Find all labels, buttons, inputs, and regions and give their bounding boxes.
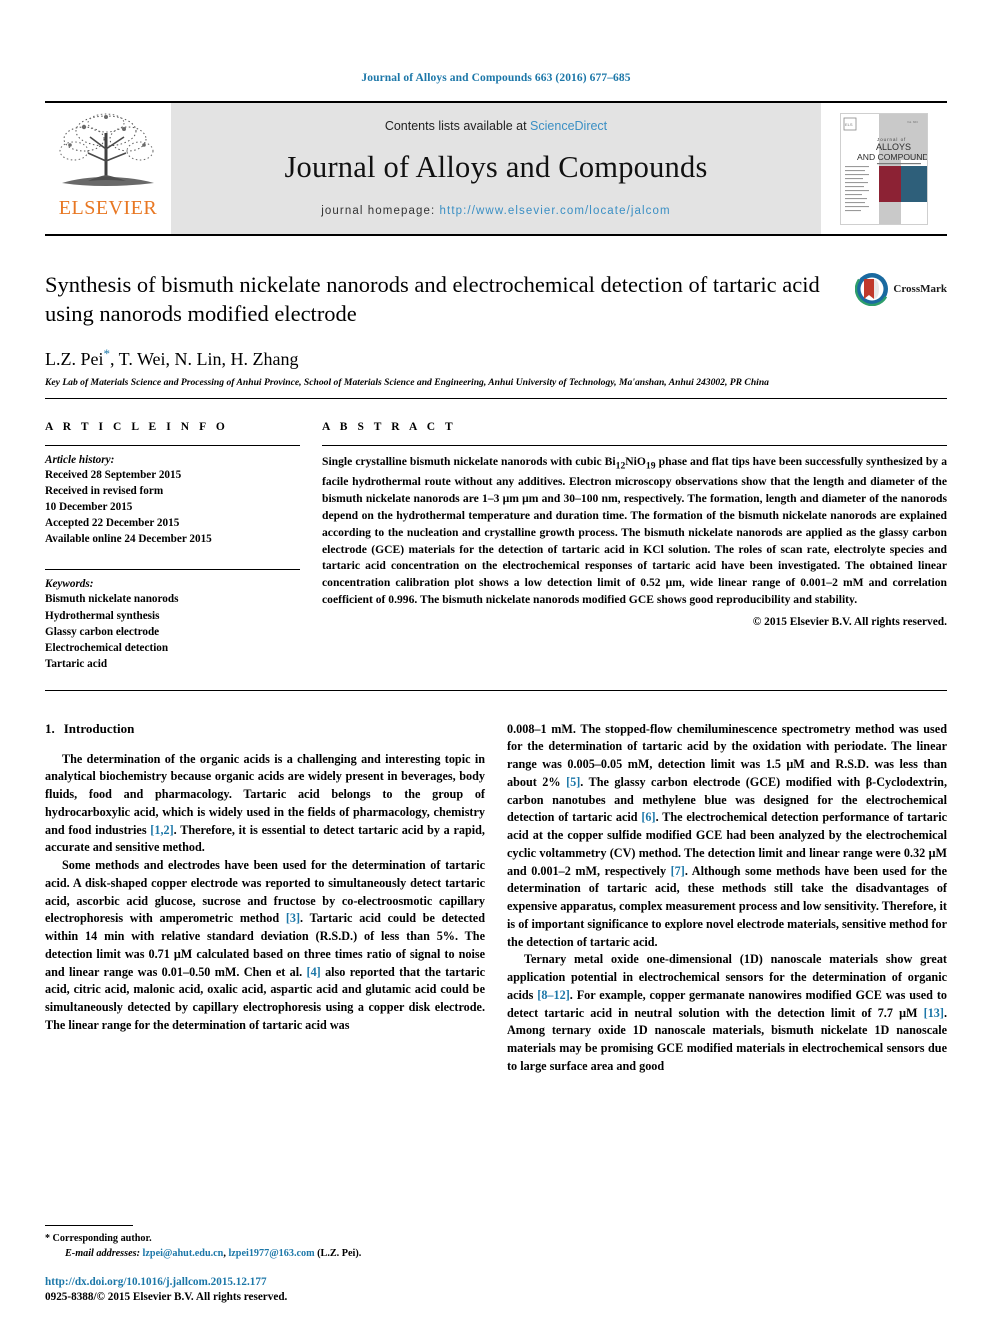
paragraph: The determination of the organic acids i… [45, 751, 485, 858]
info-abstract-section: A R T I C L E I N F O Article history: R… [45, 421, 947, 691]
keyword-item: Electrochemical detection [45, 641, 169, 654]
contents-available-line: Contents lists available at ScienceDirec… [385, 119, 607, 133]
section-number: 1. [45, 720, 55, 736]
asterisk-marker: * [45, 1233, 50, 1245]
email-author-suffix: (L.Z. Pei). [314, 1247, 362, 1259]
abstract-text: Single crystalline bismuth nickelate nan… [322, 454, 947, 609]
footnote-divider [45, 1225, 133, 1227]
abstract-copyright: © 2015 Elsevier B.V. All rights reserved… [752, 616, 947, 629]
homepage-prefix: journal homepage: [321, 204, 440, 217]
keywords-label: Keywords: [45, 578, 94, 591]
journal-title: Journal of Alloys and Compounds [284, 149, 708, 184]
email-link-secondary[interactable]: lzpei1977@163.com [228, 1248, 314, 1259]
formula-subscript-19: 19 [645, 460, 656, 472]
cover-artwork: ELS Vol. 663 Journal of ALLOYS AND COMPO… [841, 113, 927, 224]
article-info-column: A R T I C L E I N F O Article history: R… [45, 421, 300, 671]
running-head: Journal of Alloys and Compounds 663 (201… [361, 72, 631, 84]
history-item: 10 December 2015 [45, 501, 133, 514]
contents-prefix: Contents lists available at [384, 118, 531, 133]
svg-text:Vol. 663: Vol. 663 [907, 120, 918, 124]
citation-link[interactable]: [13] [924, 1006, 944, 1020]
abstract-divider [322, 445, 947, 447]
history-item: Received 28 September 2015 [45, 469, 182, 482]
svg-text:ALLOYS: ALLOYS [876, 142, 911, 152]
doi-footer: http://dx.doi.org/10.1016/j.jallcom.2015… [45, 1275, 545, 1306]
abstract-part-1: Single crystalline bismuth nickelate nan… [322, 455, 616, 469]
keywords-divider [45, 569, 300, 571]
formula-subscript-12: 12 [615, 460, 626, 472]
sciencedirect-link[interactable]: ScienceDirect [530, 119, 607, 133]
body-column-right: 0.008–1 mM. The stopped-flow chemilumine… [507, 721, 947, 1076]
body-column-left: 1. Introduction The determination of the … [45, 721, 485, 1076]
history-item: Accepted 22 December 2015 [45, 517, 180, 530]
title-block: Synthesis of bismuth nickelate nanorods … [45, 270, 947, 400]
masthead-center: Contents lists available at ScienceDirec… [171, 103, 821, 234]
keyword-item: Hydrothermal synthesis [45, 609, 160, 622]
keywords-block: Keywords: Bismuth nickelate nanorods Hyd… [45, 569, 300, 671]
homepage-url-link[interactable]: http://www.elsevier.com/locate/jalcom [440, 205, 671, 217]
section-title: Introduction [63, 720, 135, 736]
citation-link[interactable]: [6] [641, 810, 655, 824]
paragraph: 0.008–1 mM. The stopped-flow chemilumine… [507, 721, 947, 952]
article-body: 1. Introduction The determination of the … [45, 721, 947, 1076]
journal-article-page: Journal of Alloys and Compounds 663 (201… [0, 0, 992, 1323]
paragraph: Some methods and electrodes have been us… [45, 857, 485, 1035]
elsevier-wordmark: ELSEVIER [58, 197, 158, 219]
author-names: L.Z. Pei*, T. Wei, N. Lin, H. Zhang [45, 345, 299, 369]
elsevier-logo: ELSEVIER [45, 103, 171, 234]
journal-masthead: ELSEVIER Contents lists available at Sci… [45, 101, 947, 236]
page-title: Synthesis of bismuth nickelate nanorods … [45, 272, 820, 327]
email-link-primary[interactable]: lzpei@ahut.edu.cn [143, 1248, 224, 1259]
para-text: . For example, copper germanate nanowire… [507, 987, 947, 1020]
corresponding-author-text: Corresponding author. [52, 1233, 152, 1245]
email-addresses-line: E-mail addresses: lzpei@ahut.edu.cn, lzp… [45, 1247, 485, 1261]
footnote-area: * Corresponding author. E-mail addresses… [45, 1225, 485, 1261]
citation-link[interactable]: [8–12] [537, 988, 570, 1002]
corresponding-author-note: * Corresponding author. [45, 1232, 485, 1246]
abstract-column: A B S T R A C T Single crystalline bismu… [322, 421, 947, 671]
author-list: L.Z. Pei*, T. Wei, N. Lin, H. Zhang [45, 346, 947, 370]
keyword-item: Bismuth nickelate nanorods [45, 593, 179, 606]
cover-image: ELS Vol. 663 Journal of ALLOYS AND COMPO… [840, 112, 928, 225]
citation-link[interactable]: [3] [286, 911, 300, 925]
citation-link[interactable]: [7] [671, 864, 685, 878]
journal-cover-thumbnail: ELS Vol. 663 Journal of ALLOYS AND COMPO… [821, 103, 947, 234]
section-heading-introduction: 1. Introduction [45, 721, 485, 737]
keyword-item: Glassy carbon electrode [45, 625, 160, 638]
info-divider [45, 445, 300, 447]
abstract-part-3: phase and flat tips have been successful… [322, 455, 947, 607]
corresponding-author-marker: * [103, 345, 111, 361]
paragraph: Ternary metal oxide one-dimensional (1D)… [507, 951, 947, 1075]
citation-link[interactable]: [5] [566, 775, 580, 789]
crossmark-label: CrossMark [893, 283, 947, 295]
article-info-heading: A R T I C L E I N F O [45, 421, 229, 434]
crossmark-icon [855, 272, 890, 306]
doi-link[interactable]: http://dx.doi.org/10.1016/j.jallcom.2015… [45, 1275, 545, 1291]
journal-homepage-line: journal homepage: http://www.elsevier.co… [321, 205, 670, 217]
issn-copyright-line: 0925-8388/© 2015 Elsevier B.V. All right… [45, 1291, 288, 1304]
svg-text:AND COMPOUNDS: AND COMPOUNDS [857, 152, 927, 162]
crossmark-badge[interactable]: CrossMark [855, 272, 947, 306]
article-history-label: Article history: [45, 454, 115, 467]
elsevier-tree-icon [59, 113, 154, 186]
abstract-part-2: NiO [625, 455, 646, 469]
abstract-heading: A B S T R A C T [322, 421, 457, 434]
keyword-item: Tartaric acid [45, 657, 108, 670]
email-label: E-mail addresses: [65, 1247, 140, 1259]
history-item: Available online 24 December 2015 [45, 533, 212, 546]
citation-link[interactable]: [1,2] [150, 823, 173, 837]
citation-link[interactable]: [4] [307, 965, 321, 979]
affiliation: Key Lab of Materials Science and Process… [45, 376, 769, 388]
svg-text:ELS: ELS [845, 122, 853, 127]
history-item: Received in revised form [45, 485, 164, 498]
